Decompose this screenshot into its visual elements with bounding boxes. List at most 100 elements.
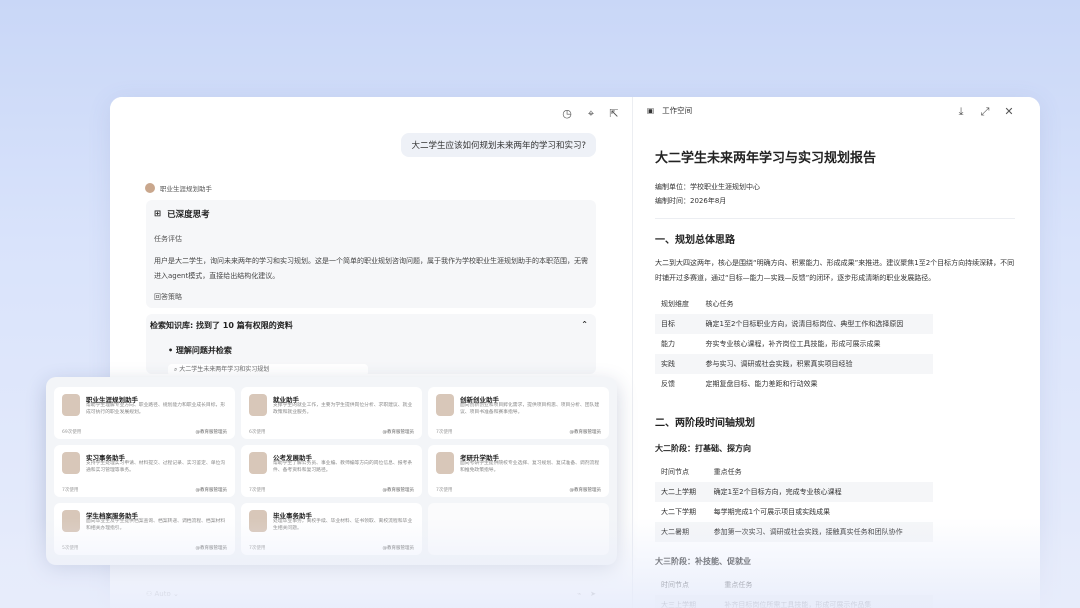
- kb-title[interactable]: 检索知识库: 找到了 10 篇有权限的资料 ⌃: [150, 320, 592, 331]
- assistant-card[interactable]: 学生档案服务助手 面向毕业生及学生提供档案查询、档案转递、调档流程、档案材料和相…: [54, 503, 235, 555]
- workspace-label: 工作空间: [662, 106, 693, 115]
- deep-thinking-label: 已深度思考: [167, 210, 210, 220]
- divider: [655, 218, 1015, 219]
- usage-count: 7次使用: [436, 488, 453, 493]
- report-meta: 编制单位：学校职业生涯规划中心 编制时间：2026年8月: [655, 180, 1015, 208]
- owner-tag: @教育服管理员: [195, 488, 228, 493]
- assistant-desc: 支撑学生的就业工作，主要为学生提供岗位分析、求职建议、就业政策和就业服务。: [273, 403, 413, 415]
- composer[interactable]: ⚇ Auto ⌄ ⌁ ➤: [146, 581, 596, 607]
- assistant-card[interactable]: 考研升学助手 面向考研学生提供院校专业选择、复习规划、复试准备、调剂流程和推免政…: [428, 445, 609, 497]
- usage-count: 6次使用: [249, 430, 266, 435]
- chevron-up-icon[interactable]: ⌃: [581, 320, 588, 329]
- close-icon[interactable]: ✕: [1002, 105, 1016, 119]
- owner-tag: @教育服管理员: [195, 546, 228, 551]
- owner-tag: @教育服管理员: [195, 430, 228, 435]
- history-icon[interactable]: ◷: [560, 107, 574, 121]
- section-heading: 一、规划总体思路: [655, 235, 735, 246]
- kb-step: • 理解问题并检索: [168, 346, 232, 355]
- knowledge-search-panel[interactable]: 检索知识库: 找到了 10 篇有权限的资料 ⌃ • 理解问题并检索 ⌕ 大二学生…: [146, 314, 596, 376]
- avatar: [62, 452, 80, 474]
- assistant-avatar: [145, 183, 155, 193]
- usage-count: 7次使用: [249, 488, 266, 493]
- task-eval-text: 用户是大二学生，询问未来两年的学习和实习规划。这是一个简单的职业规划咨询问题，属…: [154, 257, 588, 280]
- stage2-table: 时间节点 重点任务 大三上学期 补齐目标岗位所需工具技能，形成可展示作品集: [655, 575, 933, 608]
- owner-tag: @教育服管理员: [382, 488, 415, 493]
- assistant-card[interactable]: 创新创业助手 面向创新创业和项目孵化需求，提供项目构思、项目分析、团队建议、项目…: [428, 387, 609, 439]
- workspace-pane: ▣ 工作空间 ⤓ ⤢ ✕ 大二学生未来两年学习与实习规划报告 编制单位：学校职业…: [633, 97, 1040, 608]
- assistant-header: 职业生涯规划助手: [145, 183, 212, 193]
- assistant-desc: 处理毕业事务，离校手续、毕业材料、证书领取、离校流程和毕业生相关问题。: [273, 519, 413, 531]
- assistant-desc: 支持学生处理实习申请、材料提交、过程记录、实习鉴定、单位沟通和实习管理等事务。: [86, 461, 226, 473]
- report-date: 编制时间：2026年8月: [655, 197, 727, 205]
- assistant-desc: 面向创新创业和项目孵化需求，提供项目构思、项目分析、团队建议、项目书准备和赛事指…: [460, 403, 600, 415]
- avatar: [249, 394, 267, 416]
- strategy-label: 回答策略: [154, 293, 182, 301]
- share-icon[interactable]: ⇱: [607, 107, 621, 121]
- avatar: [62, 394, 80, 416]
- report-org: 编制单位：学校职业生涯规划中心: [655, 183, 760, 191]
- assistant-desc: 面向毕业生及学生提供档案查询、档案转递、调档流程、档案材料和相关办理指引。: [86, 519, 226, 531]
- table-row: 目标 确定1至2个目标职业方向，说清目标岗位、典型工作和选择原因: [655, 314, 933, 334]
- table-row: 反馈 定期复盘目标、能力差距和行动效果: [661, 380, 818, 388]
- location-icon[interactable]: ⌖: [584, 107, 598, 121]
- attach-icon[interactable]: ⌁: [577, 590, 581, 598]
- deep-thinking-title[interactable]: ⊞ 已深度思考: [154, 208, 588, 220]
- workspace-icon: ▣: [647, 106, 655, 115]
- usage-count: 7次使用: [62, 488, 79, 493]
- workspace-header: ▣ 工作空间: [647, 105, 692, 116]
- assistant-card-empty: [428, 503, 609, 555]
- stage-heading: 大三阶段：补技能、促就业: [655, 557, 751, 566]
- expand-icon[interactable]: ⤢: [978, 105, 992, 119]
- assistant-card[interactable]: 职业生涯规划助手 帮助学生理解专业方向、职业路径、规划能力和职业成长目标，形成可…: [54, 387, 235, 439]
- assistant-picker: 职业生涯规划助手 帮助学生理解专业方向、职业路径、规划能力和职业成长目标，形成可…: [46, 377, 617, 565]
- assistant-card[interactable]: 实习事务助手 支持学生处理实习申请、材料提交、过程记录、实习鉴定、单位沟通和实习…: [54, 445, 235, 497]
- avatar: [436, 452, 454, 474]
- owner-tag: @教育服管理员: [382, 546, 415, 551]
- assistant-desc: 面向考研学生提供院校专业选择、复习规划、复试准备、调剂流程和推免政策指导。: [460, 461, 600, 473]
- table-header-row: 规划维度 核心任务: [661, 300, 734, 308]
- stage1-table: 时间节点 重点任务 大二上学期 确定1至2个目标方向，完成专业核心课程 大二下学期每…: [655, 462, 933, 542]
- avatar: [62, 510, 80, 532]
- table-row: 能力 夯实专业核心课程，补齐岗位工具技能，形成可展示成果: [661, 340, 881, 348]
- send-icon[interactable]: ➤: [590, 590, 596, 598]
- avatar: [436, 394, 454, 416]
- assistant-name: 职业生涯规划助手: [160, 185, 212, 193]
- table-header-row: 时间节点 重点任务: [661, 581, 753, 589]
- assistant-card[interactable]: 公考发展助手 帮助学生了解公务员、事业编、教师编等方向的岗位信息、报考条件、备考…: [241, 445, 422, 497]
- assistant-grid: 职业生涯规划助手 帮助学生理解专业方向、职业路径、规划能力和职业成长目标，形成可…: [54, 387, 609, 555]
- table-row: 大三上学期 补齐目标岗位所需工具技能，形成可展示作品集: [655, 595, 933, 608]
- overview-table: 规划维度 核心任务 目标 确定1至2个目标职业方向，说清目标岗位、典型工作和选择原…: [655, 294, 933, 394]
- deep-thinking-panel[interactable]: ⊞ 已深度思考 任务评估 用户是大二学生，询问未来两年的学习和实习规划。这是一个…: [146, 200, 596, 308]
- task-eval-label: 任务评估: [154, 235, 182, 243]
- mode-selector[interactable]: ⚇ Auto ⌄: [146, 590, 179, 598]
- owner-tag: @教育服管理员: [569, 488, 602, 493]
- table-row: 大二暑期 参加第一次实习、调研或社会实践，接触真实任务和团队协作: [655, 522, 933, 542]
- table-row: 大二下学期 每学期完成1个可展示项目或实践成果: [661, 508, 831, 516]
- assistant-desc: 帮助学生了解公务员、事业编、教师编等方向的岗位信息、报考条件、备考资料和复习路径…: [273, 461, 413, 473]
- usage-count: 7次使用: [436, 430, 453, 435]
- section-paragraph: 大二到大四这两年，核心是围绕“明确方向、积累能力、形成成果”来推进。建议聚焦1至…: [655, 259, 1015, 282]
- kb-result: 找到了 10 篇有权限的资料: [196, 321, 293, 330]
- section-heading: 二、两阶段时间轴规划: [655, 418, 755, 429]
- usage-count: 5次使用: [62, 546, 79, 551]
- avatar: [249, 452, 267, 474]
- stage-heading: 大二阶段：打基础、探方向: [655, 444, 751, 453]
- report-title: 大二学生未来两年学习与实习规划报告: [655, 151, 877, 166]
- avatar: [249, 510, 267, 532]
- assistant-card[interactable]: 毕业事务助手 处理毕业事务，离校手续、毕业材料、证书领取、离校流程和毕业生相关问…: [241, 503, 422, 555]
- report: 大二学生未来两年学习与实习规划报告 编制单位：学校职业生涯规划中心 编制时间：2…: [655, 147, 1015, 608]
- owner-tag: @教育服管理员: [382, 430, 415, 435]
- kb-query: ⌕ 大二学生未来两年学习和实习规划: [168, 364, 368, 376]
- assistant-card[interactable]: 就业助手 支撑学生的就业工作，主要为学生提供岗位分析、求职建议、就业政策和就业服…: [241, 387, 422, 439]
- usage-count: 69次使用: [62, 430, 82, 435]
- thinking-icon: ⊞: [154, 209, 162, 219]
- owner-tag: @教育服管理员: [569, 430, 602, 435]
- table-header-row: 时间节点 重点任务: [661, 468, 742, 476]
- assistant-desc: 帮助学生理解专业方向、职业路径、规划能力和职业成长目标，形成可执行的职业发展规划…: [86, 403, 226, 415]
- download-icon[interactable]: ⤓: [954, 105, 968, 119]
- user-message: 大二学生应该如何规划未来两年的学习和实习?: [401, 133, 596, 157]
- table-row: 实践 参与实习、调研或社会实践，积累真实项目经验: [655, 354, 933, 374]
- table-row: 大二上学期 确定1至2个目标方向，完成专业核心课程: [655, 482, 933, 502]
- usage-count: 7次使用: [249, 546, 266, 551]
- composer-actions: ⌁ ➤: [577, 590, 596, 598]
